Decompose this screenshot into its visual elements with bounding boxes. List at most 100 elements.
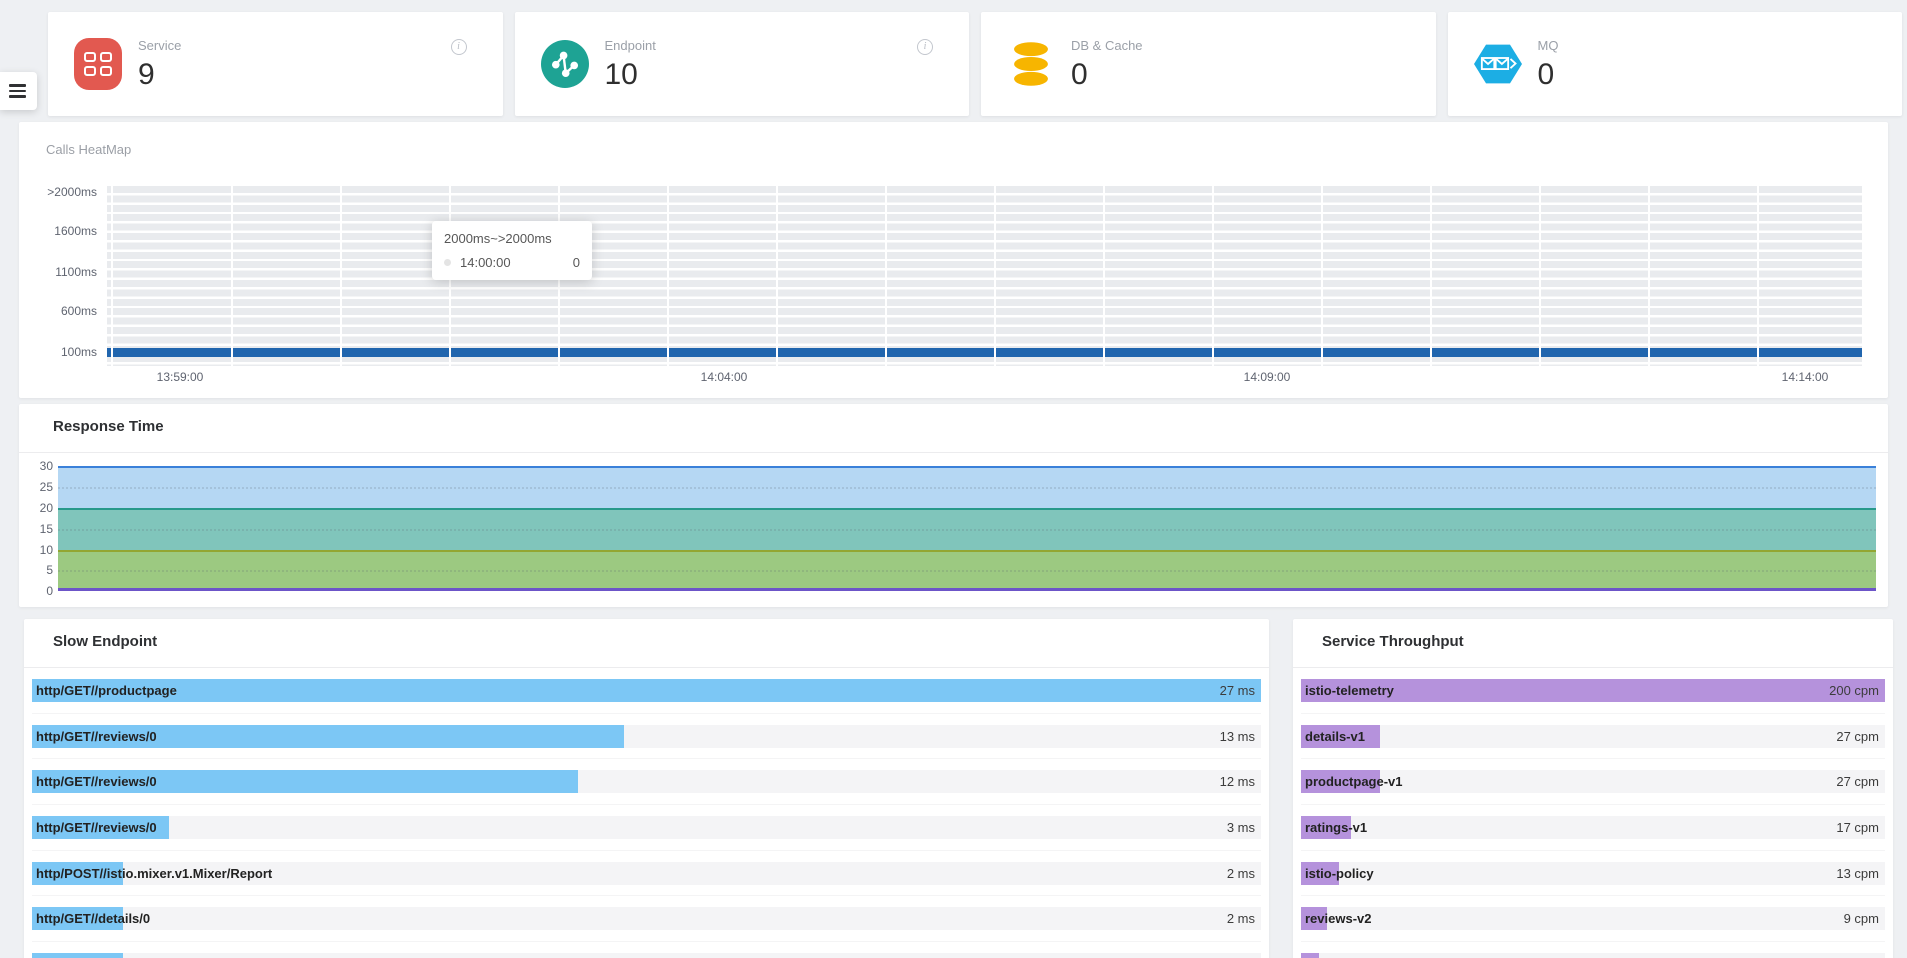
- service-name: ratings-v1: [1305, 816, 1367, 839]
- endpoint-value: 12 ms: [1220, 770, 1255, 793]
- list-item[interactable]: http/GET//reviews/0 3 ms: [32, 805, 1261, 851]
- bar-track: http/GET//reviews/0 12 ms: [32, 770, 1261, 793]
- card-mq: MQ 0: [1448, 12, 1903, 116]
- card-service: Service 9 i: [48, 12, 503, 116]
- service-value: 27 cpm: [1836, 725, 1879, 748]
- endpoint-name: http/GET//reviews/0: [36, 816, 157, 839]
- service-throughput-list: istio-telemetry 200 cpm details-v1 27 cp…: [1301, 668, 1885, 958]
- response-time-panel: Response Time 30 25 20 15 10 5 0: [19, 404, 1888, 607]
- bar-track: details-v1 27 cpm: [1301, 725, 1885, 748]
- bar-track: productpage-v1 27 cpm: [1301, 770, 1885, 793]
- list-item[interactable]: istio-telemetry 200 cpm: [1301, 668, 1885, 714]
- card-label: DB & Cache: [1071, 38, 1143, 53]
- hamburger-icon: [9, 90, 26, 93]
- service-grid-icon: [74, 38, 122, 90]
- heatmap-x-label: 14:04:00: [701, 370, 748, 384]
- card-db-cache: DB & Cache 0: [981, 12, 1436, 116]
- list-item[interactable]: productpage-v1 27 cpm: [1301, 759, 1885, 805]
- service-name: details-v1: [1305, 725, 1365, 748]
- rt-y-tick: 10: [25, 543, 53, 557]
- card-label: MQ: [1538, 38, 1559, 53]
- service-throughput-title: Service Throughput: [1322, 633, 1464, 650]
- card-label: Endpoint: [605, 38, 656, 53]
- service-value: 200 cpm: [1829, 679, 1879, 702]
- bar-track: [1301, 953, 1885, 958]
- bar-track: ratings-v1 17 cpm: [1301, 816, 1885, 839]
- list-item[interactable]: http/GET//productpage 27 ms: [32, 668, 1261, 714]
- gridline-15: [58, 529, 1876, 531]
- list-item[interactable]: http/GET//reviews/0 12 ms: [32, 759, 1261, 805]
- card-value: 10: [605, 60, 656, 90]
- bar-track: istio-telemetry 200 cpm: [1301, 679, 1885, 702]
- card-endpoint: Endpoint 10 i: [515, 12, 970, 116]
- heatmap-grid[interactable]: [107, 186, 1862, 366]
- heatmap-x-label: 14:14:00: [1782, 370, 1829, 384]
- info-icon[interactable]: i: [917, 39, 933, 55]
- service-name: reviews-v2: [1305, 907, 1372, 930]
- rt-y-tick: 15: [25, 522, 53, 536]
- list-item[interactable]: ratings-v1 17 cpm: [1301, 805, 1885, 851]
- service-value: 13 cpm: [1836, 862, 1879, 885]
- endpoint-share-nodes-icon: [541, 40, 589, 88]
- rt-y-tick: 20: [25, 501, 53, 515]
- bar: [1301, 953, 1319, 958]
- card-value: 0: [1538, 60, 1559, 90]
- list-item-partial[interactable]: [32, 942, 1261, 958]
- baseline-0: [58, 588, 1876, 591]
- service-name: istio-policy: [1305, 862, 1374, 885]
- tooltip-series-dot: [444, 259, 451, 266]
- list-item-partial[interactable]: [1301, 942, 1885, 958]
- list-item[interactable]: http/POST//istio.mixer.v1.Mixer/Report 2…: [32, 851, 1261, 897]
- endpoint-value: 13 ms: [1220, 725, 1255, 748]
- endpoint-name: http/GET//productpage: [36, 679, 177, 702]
- heatmap-y-label: 1100ms: [19, 265, 97, 279]
- endpoint-value: 2 ms: [1227, 862, 1255, 885]
- service-value: 17 cpm: [1836, 816, 1879, 839]
- bar: [32, 679, 1261, 702]
- bar-track: http/GET//productpage 27 ms: [32, 679, 1261, 702]
- list-item[interactable]: http/GET//reviews/0 13 ms: [32, 714, 1261, 760]
- service-throughput-panel: Service Throughput istio-telemetry 200 c…: [1293, 619, 1893, 958]
- service-value: 9 cpm: [1844, 907, 1879, 930]
- heatmap-y-label: 100ms: [19, 345, 97, 359]
- endpoint-name: http/GET//reviews/0: [36, 725, 157, 748]
- card-value: 9: [138, 60, 181, 90]
- bar-track: http/GET//reviews/0 3 ms: [32, 816, 1261, 839]
- bar-track: http/POST//istio.mixer.v1.Mixer/Report 2…: [32, 862, 1261, 885]
- heatmap-y-label: 1600ms: [19, 224, 97, 238]
- heatmap-x-label: 14:09:00: [1244, 370, 1291, 384]
- rt-y-tick: 5: [25, 563, 53, 577]
- divider: [19, 452, 1888, 453]
- hamburger-icon: [9, 95, 26, 98]
- gridline-5: [58, 570, 1876, 572]
- list-item[interactable]: reviews-v2 9 cpm: [1301, 896, 1885, 942]
- heatmap-active-row[interactable]: [107, 348, 1862, 357]
- response-time-chart[interactable]: [58, 466, 1876, 591]
- list-item[interactable]: istio-policy 13 cpm: [1301, 851, 1885, 897]
- endpoint-name: http/GET//details/0: [36, 907, 150, 930]
- endpoint-value: 3 ms: [1227, 816, 1255, 839]
- bar-track: [32, 953, 1261, 958]
- list-item[interactable]: details-v1 27 cpm: [1301, 714, 1885, 760]
- service-name: productpage-v1: [1305, 770, 1403, 793]
- tooltip-bucket-range: 2000ms~>2000ms: [444, 231, 580, 246]
- heatmap-x-label: 13:59:00: [157, 370, 204, 384]
- bar-track: http/GET//reviews/0 13 ms: [32, 725, 1261, 748]
- slow-endpoint-title: Slow Endpoint: [53, 633, 157, 650]
- gridline-25: [58, 487, 1876, 489]
- bar-track: istio-policy 13 cpm: [1301, 862, 1885, 885]
- heatmap-tooltip: 2000ms~>2000ms 14:00:00 0: [432, 221, 592, 280]
- database-icon: [1007, 38, 1055, 90]
- rt-y-tick: 30: [25, 459, 53, 473]
- response-time-title: Response Time: [53, 418, 164, 435]
- bar-track: reviews-v2 9 cpm: [1301, 907, 1885, 930]
- stat-card-row: Service 9 i Endpoint 10 i: [48, 12, 1902, 116]
- list-item[interactable]: http/GET//details/0 2 ms: [32, 896, 1261, 942]
- sidebar-toggle-button[interactable]: [0, 72, 37, 110]
- service-name: istio-telemetry: [1305, 679, 1394, 702]
- endpoint-name: http/GET//reviews/0: [36, 770, 157, 793]
- heatmap-title: Calls HeatMap: [46, 142, 131, 157]
- service-value: 27 cpm: [1836, 770, 1879, 793]
- info-icon[interactable]: i: [451, 39, 467, 55]
- endpoint-name: http/POST//istio.mixer.v1.Mixer/Report: [36, 862, 272, 885]
